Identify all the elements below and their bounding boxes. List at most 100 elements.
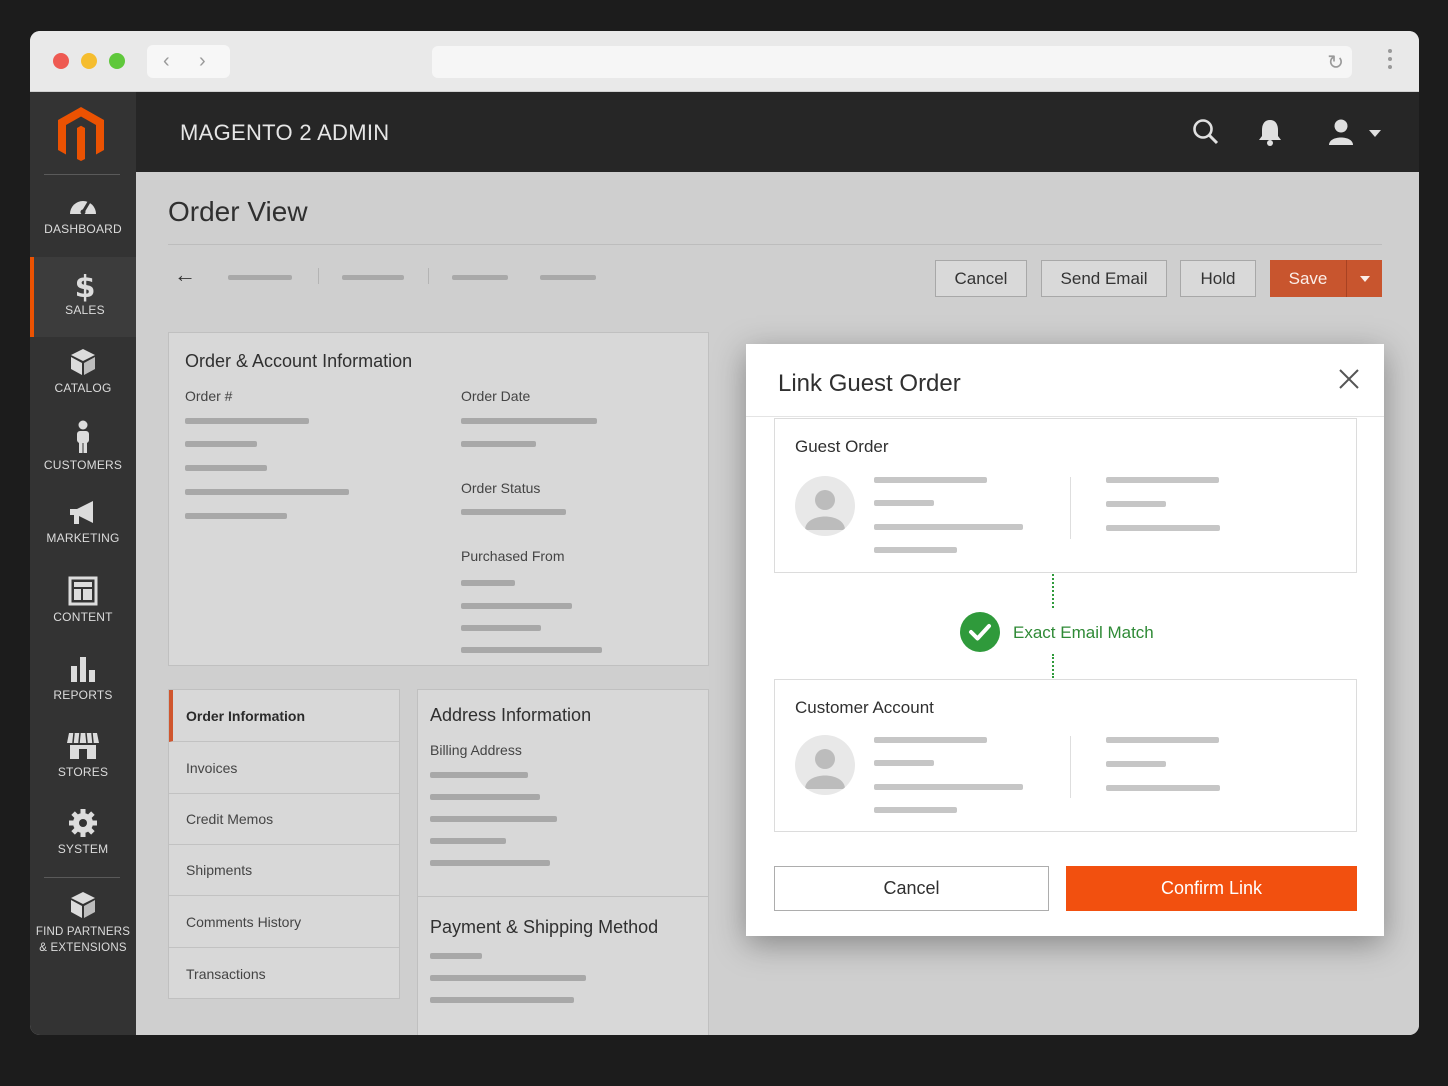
billing-address-label: Billing Address bbox=[430, 742, 522, 758]
check-icon bbox=[960, 612, 1000, 652]
sidebar-item-marketing[interactable]: MARKETING bbox=[30, 499, 136, 575]
tab-credit-memos[interactable]: Credit Memos bbox=[169, 793, 399, 845]
address-panel: Address Information Billing Address bbox=[417, 689, 709, 897]
payment-panel: Payment & Shipping Method bbox=[417, 896, 709, 1035]
panel-title: Address Information bbox=[430, 705, 592, 725]
text-placeholder bbox=[185, 489, 349, 495]
sidebar-item-reports[interactable]: REPORTS bbox=[30, 654, 136, 730]
partners-label-line1: FIND PARTNERS bbox=[35, 926, 131, 938]
sidebar-item-label: SALES bbox=[65, 303, 105, 317]
match-status: Exact Email Match bbox=[1013, 623, 1154, 642]
avatar bbox=[795, 735, 855, 795]
text-placeholder bbox=[430, 838, 506, 844]
bell-icon[interactable] bbox=[1257, 118, 1283, 146]
address-bar[interactable]: ↻ bbox=[432, 46, 1352, 78]
order-number-label: Order # bbox=[185, 388, 233, 404]
back-nav-icon[interactable]: ‹ bbox=[163, 50, 170, 73]
page-title: Order View bbox=[168, 196, 308, 227]
sidebar-item-partners[interactable]: FIND PARTNERS & EXTENSIONS bbox=[30, 890, 136, 960]
card-divider bbox=[1070, 736, 1071, 798]
text-placeholder bbox=[1106, 525, 1220, 531]
tab-label: Credit Memos bbox=[186, 811, 274, 827]
app-title: MAGENTO 2 ADMIN bbox=[180, 120, 390, 145]
tab-order-information[interactable]: Order Information bbox=[169, 690, 399, 742]
box-icon bbox=[71, 349, 95, 375]
tab-invoices[interactable]: Invoices bbox=[169, 742, 399, 794]
magento-logo[interactable] bbox=[56, 106, 106, 162]
text-placeholder bbox=[874, 524, 1023, 530]
sidebar-divider bbox=[44, 174, 120, 175]
confirm-link-button[interactable]: Confirm Link bbox=[1066, 866, 1357, 911]
panel-title: Order & Account Information bbox=[185, 351, 413, 371]
modal-cancel-button[interactable]: Cancel bbox=[774, 866, 1049, 911]
breadcrumb-placeholder[interactable] bbox=[540, 275, 596, 280]
text-placeholder bbox=[1106, 785, 1220, 791]
card-title: Customer Account bbox=[795, 698, 934, 717]
cancel-button[interactable]: Cancel bbox=[935, 260, 1027, 297]
text-placeholder bbox=[430, 794, 540, 800]
tab-transactions[interactable]: Transactions bbox=[169, 948, 399, 1000]
sidebar-item-label: STORES bbox=[57, 765, 109, 779]
sidebar-item-catalog[interactable]: CATALOG bbox=[30, 347, 136, 423]
tab-shipments[interactable]: Shipments bbox=[169, 844, 399, 896]
sidebar-item-customers[interactable]: CUSTOMERS bbox=[30, 420, 136, 496]
search-icon[interactable] bbox=[1192, 118, 1220, 146]
connector-line bbox=[1052, 654, 1054, 678]
card-title: Guest Order bbox=[795, 437, 889, 456]
text-placeholder bbox=[1106, 477, 1219, 483]
text-placeholder bbox=[430, 975, 586, 981]
caret-down-icon[interactable] bbox=[1369, 130, 1381, 138]
partners-label-line2: & EXTENSIONS bbox=[39, 942, 127, 954]
hold-button[interactable]: Hold bbox=[1180, 260, 1256, 297]
admin-sidebar: DASHBOARD $ SALES CATALOG CUSTOMERS MARK… bbox=[30, 92, 136, 1035]
admin-header: MAGENTO 2 ADMIN bbox=[136, 92, 1419, 172]
send-email-button[interactable]: Send Email bbox=[1041, 260, 1167, 297]
save-options-button[interactable] bbox=[1346, 260, 1382, 297]
order-date-label: Order Date bbox=[461, 388, 531, 404]
svg-text:$: $ bbox=[75, 270, 96, 303]
sidebar-item-label: REPORTS bbox=[53, 688, 113, 702]
sidebar-item-stores[interactable]: STORES bbox=[30, 731, 136, 807]
close-window-button[interactable] bbox=[53, 53, 69, 69]
link-guest-order-modal: Link Guest Order Guest Order Exact Email… bbox=[746, 344, 1384, 936]
breadcrumb-placeholder[interactable] bbox=[228, 275, 292, 280]
sidebar-item-label: CONTENT bbox=[53, 610, 113, 624]
sidebar-item-label: CATALOG bbox=[54, 381, 112, 395]
tab-label: Transactions bbox=[186, 966, 266, 982]
text-placeholder bbox=[1106, 737, 1219, 743]
text-placeholder bbox=[874, 547, 957, 553]
back-arrow-icon[interactable]: ← bbox=[174, 262, 196, 288]
text-placeholder bbox=[461, 603, 572, 609]
minimize-window-button[interactable] bbox=[81, 53, 97, 69]
user-icon[interactable] bbox=[1327, 118, 1355, 146]
gear-icon bbox=[69, 809, 97, 837]
text-placeholder bbox=[1106, 501, 1166, 507]
modal-divider bbox=[746, 416, 1384, 417]
avatar bbox=[795, 476, 855, 536]
text-placeholder bbox=[461, 580, 515, 586]
sidebar-item-sales[interactable]: $ SALES bbox=[30, 257, 136, 337]
text-placeholder bbox=[874, 477, 987, 483]
breadcrumb-placeholder[interactable] bbox=[342, 275, 404, 280]
order-tabs: Order Information Invoices Credit Memos … bbox=[168, 689, 400, 999]
text-placeholder bbox=[430, 997, 574, 1003]
reload-icon[interactable]: ↻ bbox=[1327, 50, 1344, 75]
close-icon[interactable] bbox=[1336, 366, 1362, 392]
bar-chart-icon bbox=[71, 657, 95, 682]
text-placeholder bbox=[430, 953, 482, 959]
dollar-icon: $ bbox=[75, 270, 96, 303]
maximize-window-button[interactable] bbox=[109, 53, 125, 69]
sidebar-item-system[interactable]: SYSTEM bbox=[30, 808, 136, 884]
breadcrumb-placeholder[interactable] bbox=[452, 275, 508, 280]
tab-label: Shipments bbox=[186, 862, 253, 878]
forward-nav-icon[interactable]: › bbox=[199, 50, 206, 73]
save-button[interactable]: Save bbox=[1270, 260, 1346, 297]
connector-line bbox=[1052, 574, 1054, 608]
sidebar-item-label: SYSTEM bbox=[57, 842, 109, 856]
text-placeholder bbox=[430, 816, 557, 822]
megaphone-icon bbox=[70, 501, 93, 524]
sidebar-item-label: DASHBOARD bbox=[44, 222, 122, 236]
browser-menu-icon[interactable] bbox=[1388, 49, 1393, 73]
tab-comments-history[interactable]: Comments History bbox=[169, 896, 399, 948]
sidebar-item-content[interactable]: CONTENT bbox=[30, 576, 136, 652]
